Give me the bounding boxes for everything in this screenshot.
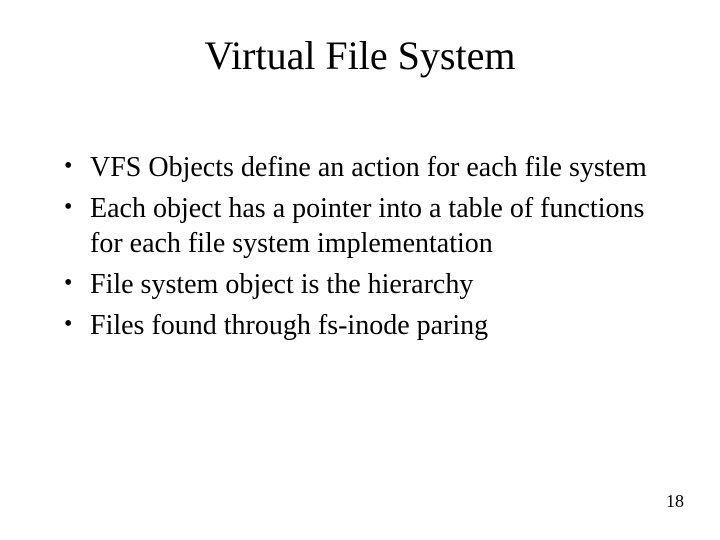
page-number: 18 <box>666 491 684 512</box>
bullet-item: Files found through fs-inode paring <box>60 308 660 343</box>
slide-title: Virtual File System <box>0 32 720 79</box>
slide: Virtual File System VFS Objects define a… <box>0 0 720 540</box>
slide-body: VFS Objects define an action for each fi… <box>60 150 660 349</box>
bullet-item: VFS Objects define an action for each fi… <box>60 150 660 185</box>
bullet-item: Each object has a pointer into a table o… <box>60 191 660 261</box>
bullet-list: VFS Objects define an action for each fi… <box>60 150 660 343</box>
bullet-item: File system object is the hierarchy <box>60 267 660 302</box>
